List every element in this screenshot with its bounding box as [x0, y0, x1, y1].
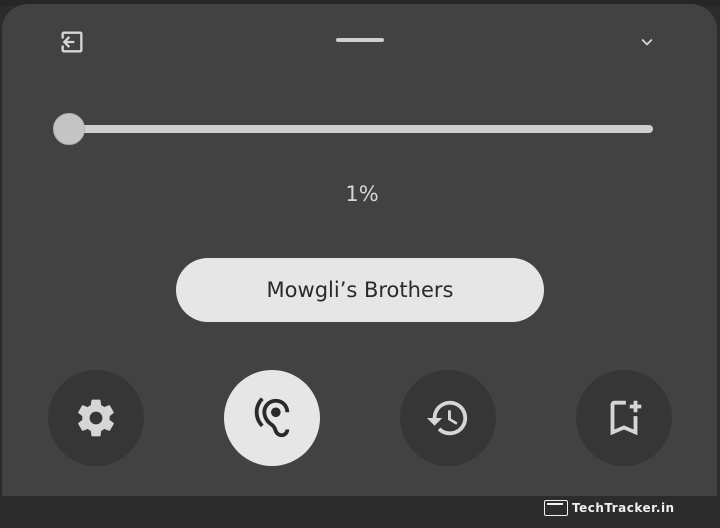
history-button[interactable]	[400, 370, 496, 466]
watermark-text: TechTracker.in	[572, 501, 675, 515]
watermark: TechTracker.in	[544, 497, 675, 519]
ear-button[interactable]	[224, 370, 320, 466]
bookmark-add-icon	[610, 400, 642, 436]
profile-label: Mowgli’s Brothers	[266, 278, 454, 302]
slider-value-label: 1%	[345, 182, 379, 206]
exit-to-app-icon	[61, 31, 83, 53]
settings-button[interactable]	[48, 370, 144, 466]
gear-icon	[78, 399, 114, 437]
amplification-slider-track[interactable]	[66, 125, 653, 133]
amplification-slider-thumb[interactable]	[53, 113, 85, 145]
drag-handle[interactable]	[336, 38, 384, 42]
bookmark-add-button[interactable]	[576, 370, 672, 466]
watermark-logo-icon	[544, 500, 568, 516]
collapse-button[interactable]	[632, 28, 662, 56]
chevron-down-icon	[641, 38, 653, 46]
ear-icon	[254, 397, 290, 438]
exit-button[interactable]	[56, 26, 88, 58]
profile-button[interactable]: Mowgli’s Brothers	[176, 258, 544, 322]
history-icon	[426, 400, 468, 436]
